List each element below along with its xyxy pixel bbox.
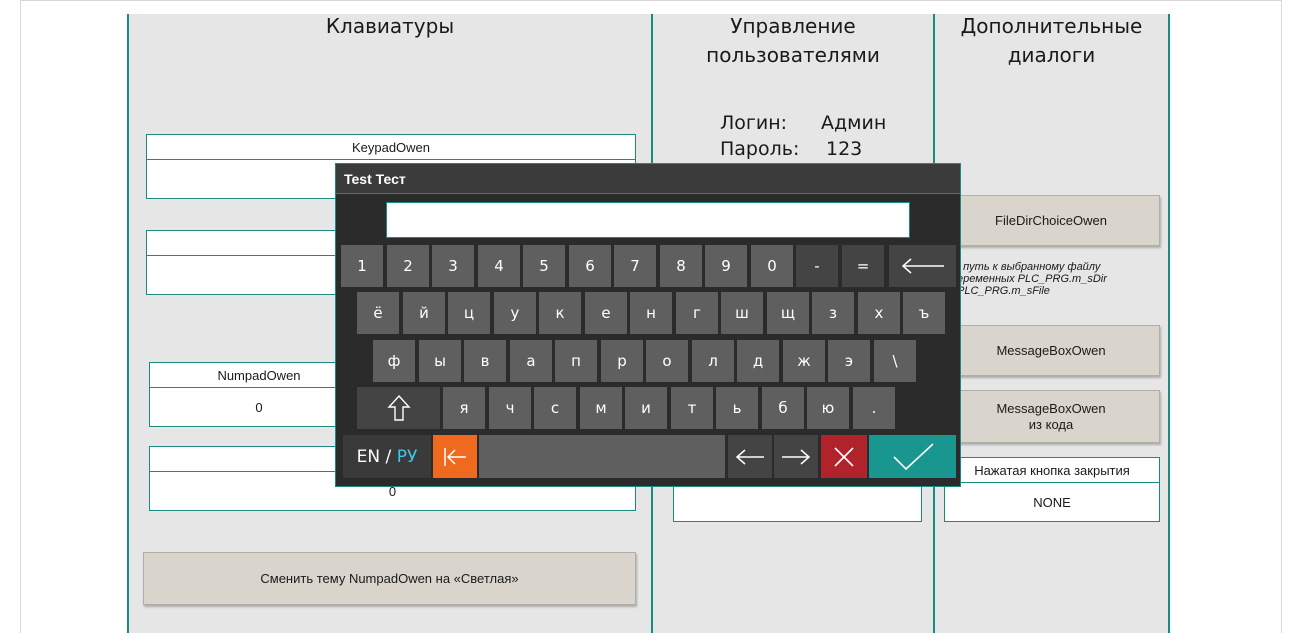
key-row4-7[interactable]: б [762, 387, 804, 429]
key-row1-8[interactable]: 9 [705, 245, 747, 287]
key-row4-2[interactable]: с [534, 387, 576, 429]
key-row3-7[interactable]: л [692, 340, 734, 382]
key-row2-3[interactable]: у [494, 292, 536, 334]
key-row1-5[interactable]: 6 [569, 245, 611, 287]
key-row3-9[interactable]: ж [783, 340, 825, 382]
key-row2-6[interactable]: н [630, 292, 672, 334]
left-arrow-icon [735, 448, 764, 465]
key-row3-10[interactable]: э [828, 340, 870, 382]
key-row4-1[interactable]: ч [489, 387, 531, 429]
key-row1-9[interactable]: 0 [751, 245, 793, 287]
filedir-choice-button[interactable]: FileDirChoiceOwen [942, 195, 1160, 246]
key-row4-4[interactable]: и [625, 387, 667, 429]
close-button-value: NONE [944, 482, 1160, 522]
key-row2-8[interactable]: ш [721, 292, 763, 334]
key-row1-2[interactable]: 3 [432, 245, 474, 287]
lang-en: EN [356, 446, 381, 467]
key-row3-8[interactable]: д [737, 340, 779, 382]
key-row2-9[interactable]: щ [767, 292, 809, 334]
key-row2-0[interactable]: ё [357, 292, 399, 334]
key-row2-2[interactable]: ц [448, 292, 490, 334]
keyboard-input[interactable] [386, 202, 910, 238]
key-row2-1[interactable]: й [403, 292, 445, 334]
shift-key[interactable] [357, 387, 440, 429]
keyboard-title: Test Тест [344, 170, 406, 187]
users-title-line1: Управление [730, 14, 856, 38]
key-row4-8[interactable]: ю [807, 387, 849, 429]
key-row3-5[interactable]: р [601, 340, 643, 382]
checkmark-icon [892, 442, 934, 470]
key-row4-0[interactable]: я [443, 387, 485, 429]
backspace-key[interactable] [889, 245, 956, 287]
key-row3-11[interactable]: \ [874, 340, 916, 382]
key-row1-11[interactable]: = [842, 245, 884, 287]
messagebox-code-line2: из кода [1028, 416, 1074, 432]
left-arrow-key[interactable] [728, 435, 772, 478]
filedir-note-line2: еременных PLC_PRG.m_sDir [957, 273, 1107, 285]
messagebox-code-line1: MessageBoxOwen [996, 400, 1106, 416]
messagebox-button[interactable]: MessageBoxOwen [942, 325, 1160, 376]
key-row4-6[interactable]: ь [716, 387, 758, 429]
key-row3-0[interactable]: ф [373, 340, 415, 382]
space-key[interactable] [479, 435, 725, 478]
dialogs-panel [935, 14, 1168, 633]
key-row1-7[interactable]: 8 [660, 245, 702, 287]
key-row4-3[interactable]: м [580, 387, 622, 429]
theme-button[interactable]: Сменить тему NumpadOwen на «Светлая» [143, 552, 636, 605]
key-row2-5[interactable]: е [585, 292, 627, 334]
cancel-key[interactable] [821, 435, 867, 478]
backspace-arrow-icon [901, 258, 944, 274]
filedir-note-line3: PLC_PRG.m_sFile [957, 285, 1050, 297]
login-value: Админ [821, 112, 887, 134]
dialogs-title-line1: Дополнительные [960, 14, 1143, 38]
keypad-label: KeypadOwen [146, 134, 636, 160]
home-bar-arrow-icon [444, 447, 466, 466]
lang-sep: / [380, 446, 397, 467]
home-key[interactable] [433, 435, 477, 478]
password-value: 123 [826, 138, 863, 160]
users-title-line2: пользователями [706, 43, 880, 67]
key-row3-2[interactable]: в [464, 340, 506, 382]
key-row3-6[interactable]: о [646, 340, 688, 382]
key-row1-1[interactable]: 2 [387, 245, 429, 287]
dialogs-title: Дополнительные диалоги [935, 12, 1168, 70]
key-row3-3[interactable]: а [510, 340, 552, 382]
keyboard-title-bar: Test Тест [336, 164, 960, 194]
key-row2-4[interactable]: к [539, 292, 581, 334]
key-row3-1[interactable]: ы [419, 340, 461, 382]
cross-icon [834, 446, 854, 467]
key-row4-5[interactable]: т [671, 387, 713, 429]
keyboards-title: Клавиатуры [325, 14, 455, 38]
divider-right [1168, 14, 1170, 633]
key-row4-9[interactable]: . [853, 387, 895, 429]
password-label: Пароль: [720, 138, 800, 160]
key-row1-4[interactable]: 5 [523, 245, 565, 287]
key-row1-6[interactable]: 7 [614, 245, 656, 287]
key-row2-10[interactable]: з [812, 292, 854, 334]
right-arrow-icon [782, 448, 811, 465]
right-arrow-key[interactable] [774, 435, 818, 478]
language-switch-key[interactable]: EN / РУ [343, 435, 431, 478]
lang-ru: РУ [396, 446, 418, 467]
key-row3-4[interactable]: п [555, 340, 597, 382]
filedir-note: . путь к выбранному файлу еременных PLC_… [957, 261, 1167, 297]
shift-arrow-icon [386, 394, 411, 421]
key-row2-11[interactable]: х [858, 292, 900, 334]
users-title: Управление пользователями [653, 12, 933, 70]
key-row2-12[interactable]: ъ [903, 292, 945, 334]
key-row1-10[interactable]: - [796, 245, 838, 287]
messagebox-code-button[interactable]: MessageBoxOwen из кода [942, 390, 1160, 443]
close-button-label: Нажатая кнопка закрытия [944, 457, 1160, 483]
divider-left [127, 14, 129, 633]
filedir-note-line1: . путь к выбранному файлу [957, 261, 1101, 273]
key-row1-0[interactable]: 1 [341, 245, 383, 287]
ok-key[interactable] [869, 435, 956, 478]
dialogs-title-line2: диалоги [1007, 43, 1096, 67]
key-row2-7[interactable]: г [676, 292, 718, 334]
key-row1-3[interactable]: 4 [478, 245, 520, 287]
login-label: Логин: [720, 112, 788, 134]
